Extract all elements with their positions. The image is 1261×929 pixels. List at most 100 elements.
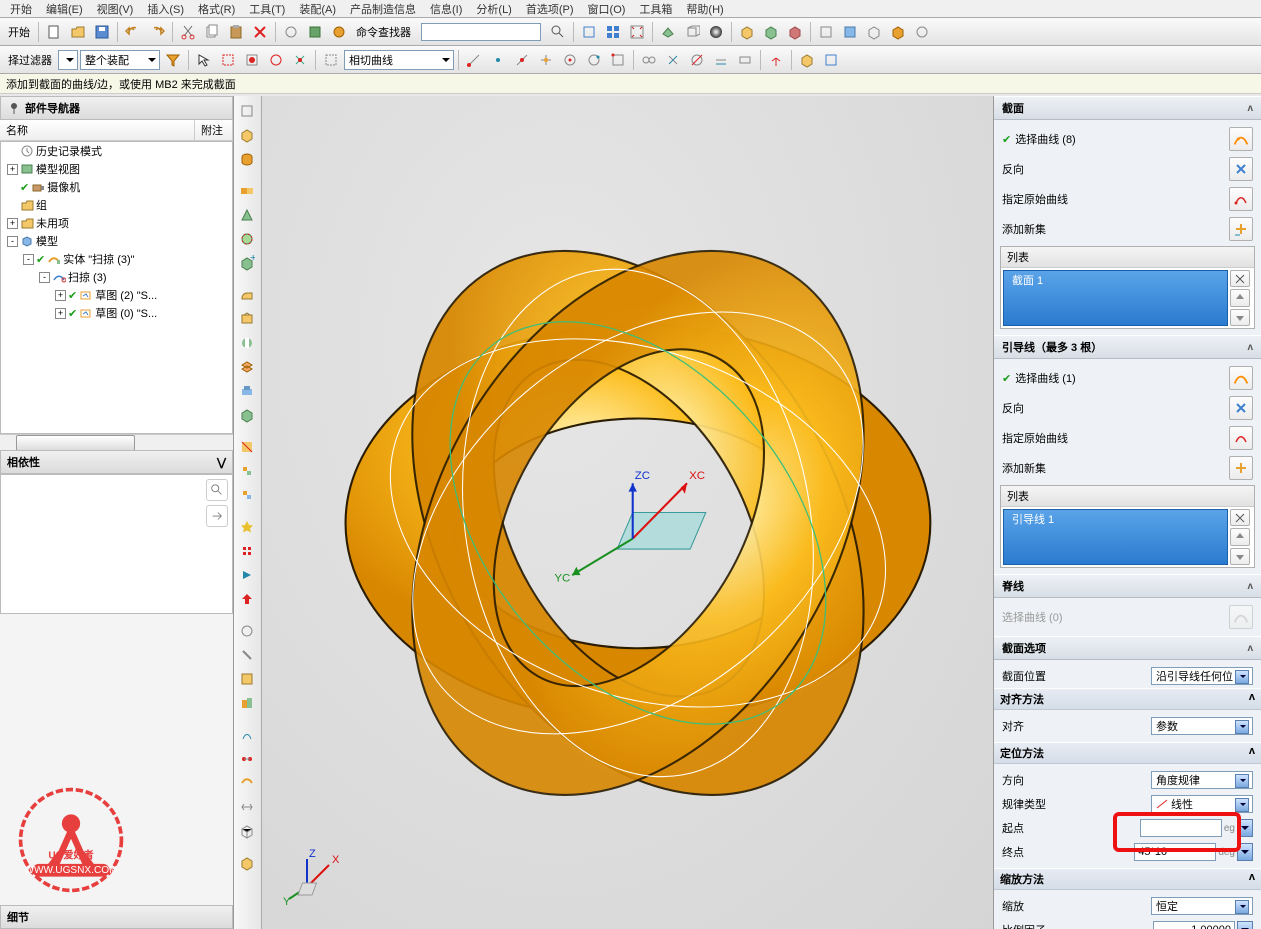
- addnew-button[interactable]: [1229, 217, 1253, 241]
- vtool-icon[interactable]: [236, 668, 258, 690]
- cube-icon[interactable]: [736, 21, 758, 43]
- vtool-icon[interactable]: [236, 852, 258, 874]
- guide-list-item[interactable]: 引导线 1: [1003, 509, 1228, 565]
- cmd-find-input[interactable]: [421, 23, 541, 41]
- delete-icon[interactable]: [249, 21, 271, 43]
- tree-row[interactable]: 组: [1, 196, 232, 214]
- vtool-icon[interactable]: +: [236, 252, 258, 274]
- constraint-icon[interactable]: [710, 49, 732, 71]
- reverse-button[interactable]: [1229, 157, 1253, 181]
- menu-item[interactable]: 首选项(P): [520, 1, 580, 17]
- dependencies-header[interactable]: 相依性 ⋁: [0, 450, 233, 474]
- tree-row[interactable]: -扫掠 (3): [1, 268, 232, 286]
- select-icon[interactable]: [241, 49, 263, 71]
- menu-item[interactable]: 格式(R): [192, 1, 241, 17]
- vtool-icon[interactable]: [236, 148, 258, 170]
- move-up-button[interactable]: [1230, 289, 1250, 306]
- vtool-icon[interactable]: [236, 772, 258, 794]
- menu-item[interactable]: 开始: [4, 1, 38, 17]
- vtool-icon[interactable]: [236, 380, 258, 402]
- vtool-icon[interactable]: [236, 356, 258, 378]
- vtool-icon[interactable]: [236, 644, 258, 666]
- tree-row[interactable]: 历史记录模式: [1, 142, 232, 160]
- copy-icon[interactable]: [201, 21, 223, 43]
- start-input[interactable]: [1140, 819, 1222, 837]
- shade-icon[interactable]: [705, 21, 727, 43]
- vtool-icon[interactable]: [236, 460, 258, 482]
- tool-icon[interactable]: [815, 21, 837, 43]
- vtool-icon[interactable]: [236, 748, 258, 770]
- tree-row[interactable]: +✔草图 (2) "S...: [1, 286, 232, 304]
- menu-item[interactable]: 分析(L): [470, 1, 517, 17]
- select-curve-button[interactable]: [1229, 127, 1253, 151]
- select-icon[interactable]: [217, 49, 239, 71]
- scale-select[interactable]: 恒定: [1151, 897, 1253, 915]
- constraint-icon[interactable]: [734, 49, 756, 71]
- vtool-icon[interactable]: [236, 516, 258, 538]
- end-input[interactable]: [1134, 843, 1216, 861]
- tree-expander[interactable]: -: [39, 272, 50, 283]
- vtool-icon[interactable]: [236, 564, 258, 586]
- constraint-icon[interactable]: [662, 49, 684, 71]
- model-canvas[interactable]: XC YC ZC X Y Z: [262, 96, 993, 929]
- menu-item[interactable]: 窗口(O): [582, 1, 632, 17]
- vtool-icon[interactable]: [236, 796, 258, 818]
- select-icon[interactable]: [193, 49, 215, 71]
- vtool-icon[interactable]: [236, 180, 258, 202]
- menu-item[interactable]: 装配(A): [293, 1, 342, 17]
- move-down-button[interactable]: [1230, 548, 1250, 565]
- tree-row[interactable]: ✔摄像机: [1, 178, 232, 196]
- section-position-select[interactable]: 沿引导线任何位: [1151, 667, 1253, 685]
- save-icon[interactable]: [91, 21, 113, 43]
- vtool-icon[interactable]: [236, 588, 258, 610]
- section-list-item[interactable]: 截面 1: [1003, 270, 1228, 326]
- tree-expander[interactable]: +: [7, 164, 18, 175]
- menu-item[interactable]: 编辑(E): [40, 1, 89, 17]
- reverse-button[interactable]: [1229, 396, 1253, 420]
- search-icon[interactable]: [547, 21, 569, 43]
- tool-icon[interactable]: [304, 21, 326, 43]
- menu-item[interactable]: 插入(S): [141, 1, 190, 17]
- search-icon[interactable]: [206, 479, 228, 501]
- end-spin[interactable]: [1237, 843, 1253, 861]
- factor-input[interactable]: [1153, 921, 1235, 929]
- fit-icon[interactable]: [626, 21, 648, 43]
- tool-icon[interactable]: [820, 49, 842, 71]
- vtool-icon[interactable]: [236, 620, 258, 642]
- section-head-options[interactable]: 截面选项ʌ: [994, 636, 1261, 660]
- menu-item[interactable]: 视图(V): [91, 1, 140, 17]
- filter-arrow[interactable]: [58, 50, 78, 70]
- select-curve-button[interactable]: [1229, 366, 1253, 390]
- filter-icon[interactable]: [162, 49, 184, 71]
- vtool-icon[interactable]: [236, 284, 258, 306]
- vtool-icon[interactable]: [236, 332, 258, 354]
- cube-icon[interactable]: [760, 21, 782, 43]
- tree-row[interactable]: +✔草图 (0) "S...: [1, 304, 232, 322]
- tool-icon[interactable]: [887, 21, 909, 43]
- new-icon[interactable]: [43, 21, 65, 43]
- direction-select[interactable]: 角度规律: [1151, 771, 1253, 789]
- origin-curve-button[interactable]: [1229, 187, 1253, 211]
- origin-curve-button[interactable]: [1229, 426, 1253, 450]
- tool-icon[interactable]: [328, 21, 350, 43]
- vtool-icon[interactable]: [236, 692, 258, 714]
- snap-icon[interactable]: [511, 49, 533, 71]
- view-icon[interactable]: [681, 21, 703, 43]
- part-tree[interactable]: 历史记录模式+模型视图✔摄像机组+未用项-模型-✔实体 "扫掠 (3)"-扫掠 …: [0, 141, 233, 434]
- snap-icon[interactable]: [583, 49, 605, 71]
- cube-icon[interactable]: [796, 49, 818, 71]
- factor-spin[interactable]: [1237, 921, 1253, 929]
- wcs-icon[interactable]: [765, 49, 787, 71]
- start-spin[interactable]: [1237, 819, 1253, 837]
- law-select[interactable]: 线性: [1151, 795, 1253, 813]
- vtool-icon[interactable]: [236, 724, 258, 746]
- menu-item[interactable]: 工具箱: [633, 1, 678, 17]
- snap-icon[interactable]: [463, 49, 485, 71]
- tree-expander[interactable]: +: [55, 290, 66, 301]
- tree-expander[interactable]: +: [7, 218, 18, 229]
- assembly-combo[interactable]: 整个装配: [80, 50, 160, 70]
- menu-item[interactable]: 工具(T): [243, 1, 291, 17]
- tool-icon[interactable]: [911, 21, 933, 43]
- tool-icon[interactable]: [839, 21, 861, 43]
- curve-combo[interactable]: 相切曲线: [344, 50, 454, 70]
